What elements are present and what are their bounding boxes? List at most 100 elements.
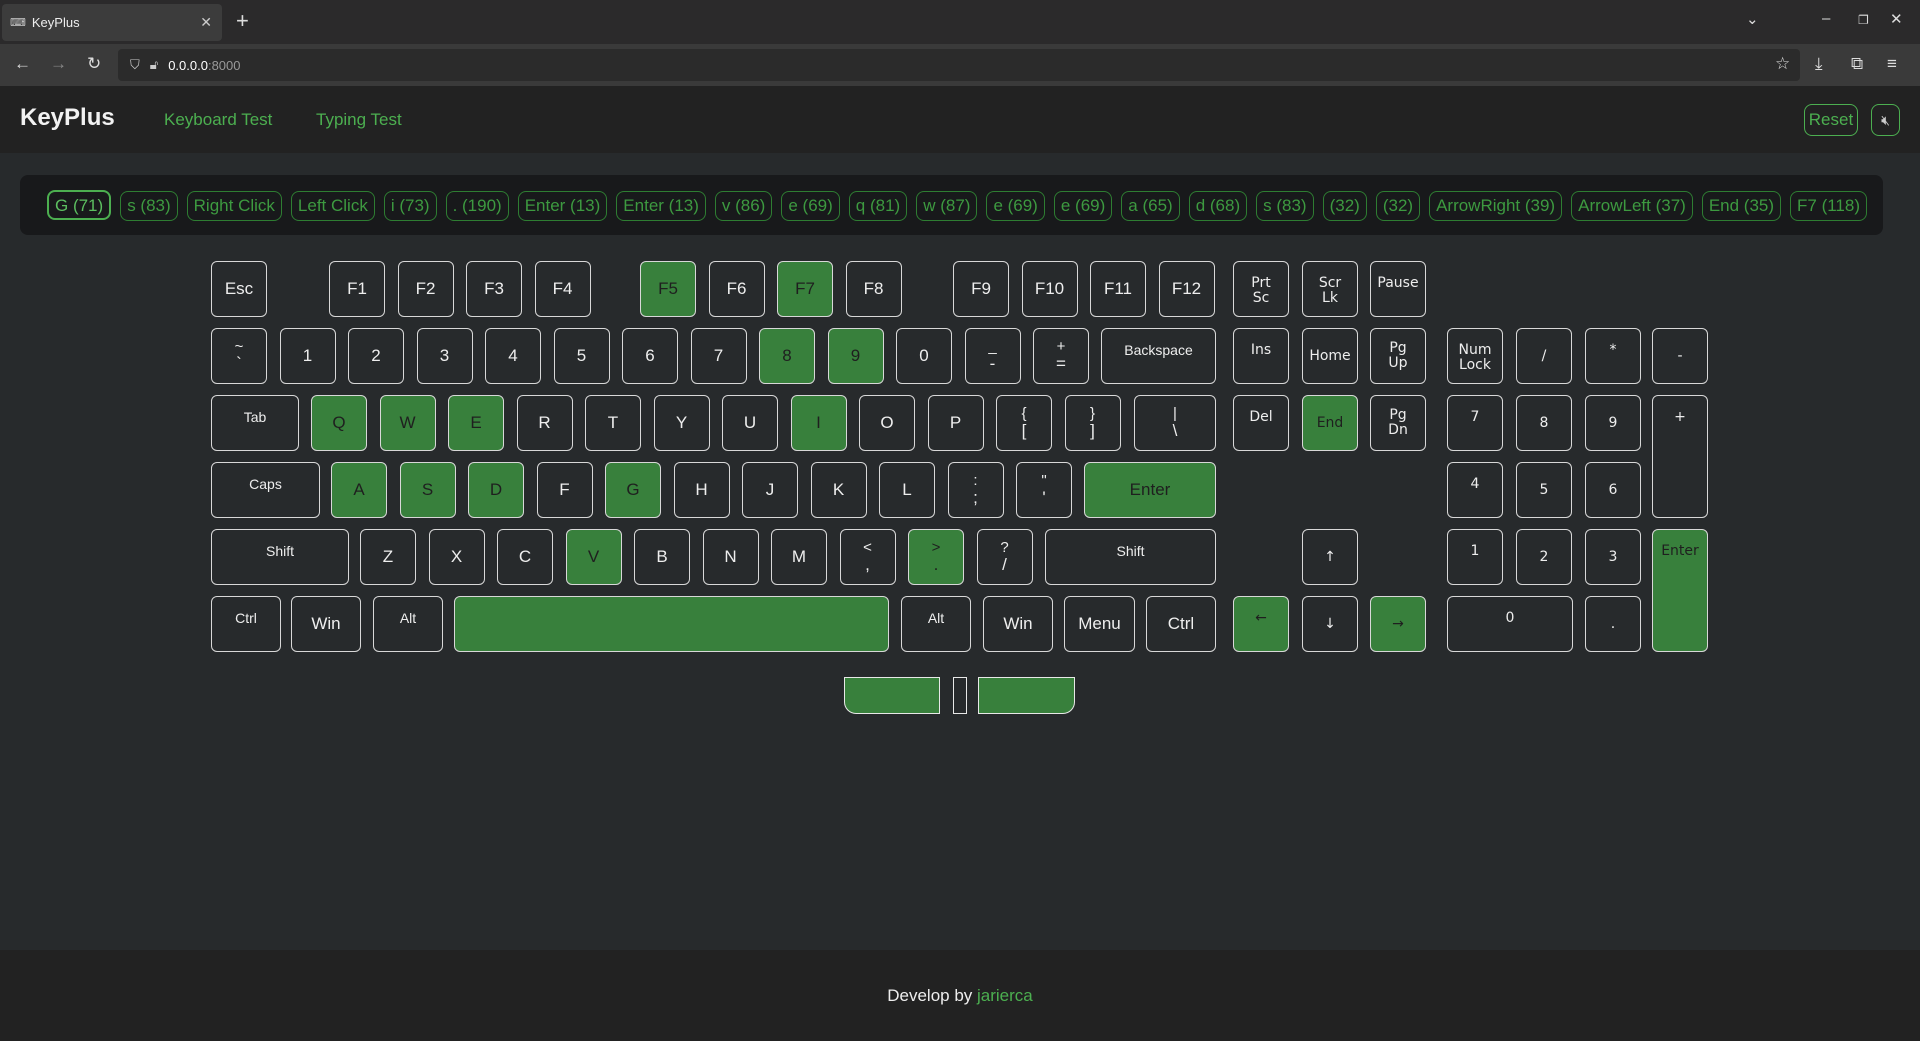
key-shift-label: | <box>1173 405 1177 423</box>
key-label: - <box>989 353 996 373</box>
main-key-l: L <box>879 462 935 518</box>
main-key-h: H <box>673 462 730 518</box>
minimize-icon[interactable]: – <box>1822 10 1830 27</box>
extensions-icon[interactable]: ⧉ <box>1851 54 1863 74</box>
shield-icon[interactable]: ⛉ <box>130 57 140 73</box>
key-label: R <box>538 413 551 433</box>
browser-tab[interactable]: ⌨ KeyPlus ✕ <box>2 4 222 41</box>
key-label: ; <box>973 487 978 507</box>
main-key-p: P <box>927 395 984 451</box>
key-label: Backspace <box>1124 342 1193 358</box>
key-shift-label: } <box>1089 405 1095 423</box>
main-key-menu: Menu <box>1064 596 1135 652</box>
close-tab-icon[interactable]: ✕ <box>200 14 212 31</box>
main-key-symbol: _ - <box>964 328 1021 384</box>
key-label: K <box>832 480 845 500</box>
key-label: . <box>1610 615 1616 632</box>
download-icon[interactable]: ⤓ <box>1815 54 1823 74</box>
key-label: 9 <box>1608 414 1618 431</box>
key-shift-label: > <box>931 539 941 557</box>
main-key-ctrl: Ctrl <box>1146 596 1216 652</box>
key-label: 6 <box>645 346 655 366</box>
key-label: Sc <box>1252 289 1270 306</box>
close-window-icon[interactable]: ✕ <box>1890 10 1903 28</box>
main-key-j: J <box>742 462 798 518</box>
key-shift-label: Pg <box>1389 340 1407 357</box>
key-label: 3 <box>439 346 450 366</box>
nav-keyboard-test[interactable]: Keyboard Test <box>164 110 272 130</box>
key-label: / <box>1002 554 1007 574</box>
nav-key-pause: Pause <box>1370 261 1426 317</box>
key-label: Win <box>1003 614 1033 634</box>
key-label: Home <box>1309 347 1351 364</box>
key-label: Win <box>311 614 341 634</box>
key-shift-label: Num <box>1458 342 1492 358</box>
app-header: KeyPlus Keyboard Test Typing Test Reset … <box>0 86 1920 153</box>
main-key-backspace: Backspace <box>1101 328 1216 384</box>
numpad-key-enter: Enter <box>1652 529 1708 652</box>
mute-button[interactable]: 🔇︎ <box>1871 104 1900 136</box>
main-key-win: Win <box>983 596 1053 652</box>
main-key-4: 4 <box>485 328 541 384</box>
url-bar[interactable]: ⛉ 🔓︎ 0.0.0.0:8000 <box>118 49 1800 81</box>
new-tab-icon[interactable]: + <box>236 8 249 34</box>
history-chip: d (68) <box>1188 191 1248 221</box>
key-label: ` <box>236 353 242 373</box>
restore-icon[interactable]: ❐ <box>1858 13 1869 27</box>
forward-icon[interactable]: → <box>50 54 67 74</box>
numpad-key-symbol: + <box>1652 395 1708 518</box>
menu-icon[interactable]: ≡ <box>1887 54 1897 74</box>
history-chip: (32) <box>1375 191 1421 221</box>
key-label: 4 <box>508 346 518 366</box>
main-key-symbol: | \ <box>1134 395 1216 451</box>
history-chip: e (69) <box>781 191 840 221</box>
key-label: F1 <box>347 279 367 299</box>
main-key-symbol: ? / <box>976 529 1033 585</box>
key-label: 5 <box>1539 481 1549 498</box>
author-link[interactable]: jarierca <box>977 986 1033 1005</box>
key-label: Lk <box>1322 289 1338 306</box>
main-key-7: 7 <box>690 328 747 384</box>
key-label: F10 <box>1034 279 1065 299</box>
numpad-key-symbol: - <box>1652 328 1708 384</box>
key-label: → <box>1392 615 1404 632</box>
key-label: ' <box>1042 487 1046 507</box>
key-shift-label: + <box>1056 338 1066 356</box>
back-icon[interactable]: ← <box>14 54 31 74</box>
main-key-w: W <box>379 395 436 451</box>
speaker-muted-icon: 🔇︎ <box>1881 111 1890 128</box>
numpad-key-7: 7 <box>1447 395 1503 451</box>
footer: Develop by jarierca <box>0 950 1920 1041</box>
insecure-lock-icon[interactable]: 🔓︎ <box>150 57 158 73</box>
main-key-f7: F7 <box>777 261 833 317</box>
numpad-key-1: 1 <box>1447 529 1503 585</box>
history-chip: e (69) <box>986 191 1045 221</box>
tab-title: KeyPlus <box>31 15 80 30</box>
numpad-key-0: 0 <box>1447 596 1573 652</box>
nav-typing-test[interactable]: Typing Test <box>316 110 402 130</box>
main-key-shift: Shift <box>1045 529 1216 585</box>
history-chip: ArrowRight (39) <box>1429 191 1563 221</box>
key-label: + <box>1674 409 1686 425</box>
brand-logo[interactable]: KeyPlus <box>20 104 115 132</box>
main-key-5: 5 <box>553 328 610 384</box>
history-chip: w (87) <box>916 191 978 221</box>
key-label: Enter <box>1129 480 1171 500</box>
key-label: A <box>353 480 365 500</box>
key-history-list: G (71) s (83) Right Click Left Click i (73).… <box>20 175 1870 235</box>
history-chip: Enter (13) <box>616 191 706 221</box>
nav-key-symbol: ↓ <box>1302 596 1358 652</box>
key-shift-label: : <box>973 472 978 490</box>
bookmark-star-icon[interactable]: ☆ <box>1775 54 1790 74</box>
reload-icon[interactable]: ↻ <box>87 54 101 74</box>
main-key-symbol: {[ <box>996 395 1052 451</box>
key-label: 0 <box>1505 610 1515 626</box>
reset-button[interactable]: Reset <box>1804 104 1858 136</box>
main-key-x: X <box>428 529 485 585</box>
key-label: X <box>450 547 463 567</box>
key-label: Up <box>1388 355 1408 371</box>
mouse-right-button <box>978 677 1075 714</box>
key-label: Menu <box>1078 614 1121 634</box>
tab-list-chevron-icon[interactable]: ⌄ <box>1746 10 1759 28</box>
history-chip: a (65) <box>1121 191 1180 221</box>
